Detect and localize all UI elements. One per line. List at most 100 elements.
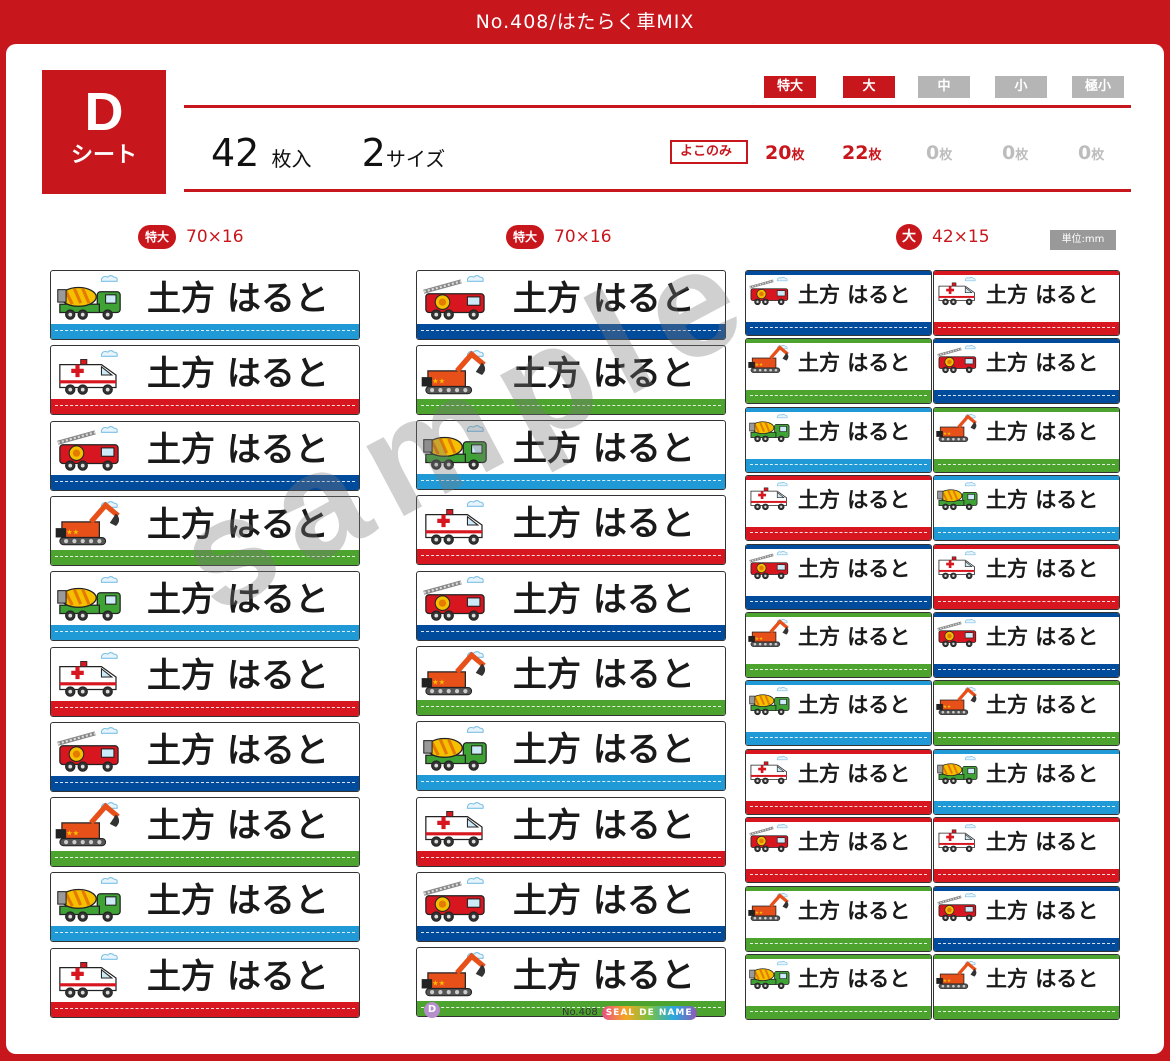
label-color-band (934, 1006, 1119, 1019)
label-dash-line (55, 706, 355, 708)
label-name: 土方 はると (147, 730, 329, 771)
footer-sheet-letter: D (424, 1002, 440, 1018)
label-dash-line (421, 781, 721, 783)
qty-number: 0 (1002, 142, 1016, 164)
fire-truck-icon (423, 876, 485, 922)
qty-number: 20 (765, 142, 792, 164)
label-name: 土方 はると (513, 579, 695, 620)
name-label: 土方 はると (745, 748, 932, 815)
size-dimensions: 42×15 (932, 227, 990, 247)
name-label: 土方 はると (745, 954, 932, 1020)
fire-truck-icon (423, 575, 485, 621)
label-color-band (417, 925, 725, 941)
label-name: 土方 はると (798, 556, 911, 581)
label-dash-line (421, 706, 721, 707)
mixer-truck-icon (423, 726, 487, 772)
name-label: 土方 はると (933, 270, 1120, 336)
name-label: 土方 はると (933, 338, 1120, 405)
name-label: 土方 はると (745, 680, 932, 747)
ambulance-icon (425, 801, 484, 847)
size-tag-2: 中 (918, 76, 970, 98)
name-label: 土方 はると (745, 475, 932, 542)
label-dash-line (750, 942, 927, 944)
label-name: 土方 はると (147, 881, 329, 922)
sheet-letter: D (84, 82, 124, 142)
name-label: 土方 はると (50, 721, 360, 792)
label-dash-line (938, 327, 1115, 328)
excavator-icon: ★★ (55, 500, 120, 546)
mixer-truck-icon (57, 576, 121, 621)
name-label: ★★ 土方 はると (933, 406, 1120, 473)
label-name: 土方 はると (147, 655, 329, 696)
name-label: 土方 はると (745, 543, 932, 610)
label-name: 土方 はると (147, 279, 329, 319)
mixer-truck-icon (937, 482, 978, 511)
name-label: 土方 はると (50, 947, 360, 1018)
name-label: ★★ 土方 はると (416, 344, 726, 415)
label-dash-line (55, 857, 355, 859)
label-name: 土方 はると (147, 580, 329, 621)
size-number: 2 (361, 131, 386, 175)
ambulance-icon (59, 350, 118, 396)
label-dash-line (750, 669, 927, 670)
label-color-band (417, 549, 725, 565)
excavator-icon: ★★ (748, 892, 789, 921)
fire-truck-icon (937, 618, 977, 648)
svg-text:★★: ★★ (943, 431, 951, 437)
mixer-truck-icon (749, 413, 790, 442)
label-dash-line (750, 327, 927, 328)
fire-truck-icon (423, 274, 485, 320)
mixer-truck-icon (57, 877, 121, 923)
name-label: ★★ 土方 はると (745, 612, 932, 678)
label-name: 土方 はると (986, 283, 1099, 307)
label-color-band (51, 775, 359, 791)
name-label: 土方 はると (745, 270, 932, 336)
label-color-band (417, 474, 725, 490)
label-name: 土方 はると (798, 488, 911, 513)
label-color-band (51, 324, 359, 339)
label-color-band (746, 664, 931, 677)
label-name: 土方 はると (147, 429, 329, 470)
label-dash-line (938, 805, 1115, 807)
label-name: 土方 はると (798, 351, 911, 376)
footer-logo: No.408 SEAL DE NAME (562, 1006, 697, 1020)
ambulance-icon (938, 824, 976, 853)
label-color-band (746, 322, 931, 335)
label-dash-line (421, 329, 721, 331)
label-dash-line (55, 932, 355, 934)
name-label: ★★ 土方 はると (933, 954, 1120, 1020)
fire-truck-icon (749, 276, 789, 306)
excavator-icon: ★★ (936, 413, 977, 442)
ambulance-icon (938, 276, 976, 306)
name-label: ★★ 土方 はると (50, 495, 360, 566)
mixer-truck-icon (749, 687, 790, 716)
mixer-truck-icon (423, 425, 487, 470)
label-color-band (417, 775, 725, 791)
label-color-band (934, 732, 1119, 746)
label-name: 土方 はると (147, 806, 329, 847)
sheet-panel: D シート 42 枚入 2サイズ 特大大中小極小 よこのみ 20枚 22枚 0枚 0枚… (6, 44, 1164, 1054)
fire-truck-icon (57, 425, 119, 471)
qty-unit: 枚 (868, 148, 882, 163)
label-dash-line (421, 931, 721, 933)
size-tag-0: 特大 (764, 76, 816, 98)
label-name: 土方 はると (798, 283, 911, 307)
fire-truck-icon (749, 824, 789, 853)
qty-number: 0 (926, 142, 940, 164)
sheet-letter-sub: シート (70, 143, 137, 168)
fire-truck-icon (937, 892, 977, 921)
label-name: 土方 はると (986, 967, 1099, 991)
label-color-band (51, 474, 359, 490)
count-unit: 枚入 (271, 147, 312, 171)
label-name: 土方 はると (513, 805, 695, 846)
yoko-only-tag: よこのみ (670, 140, 749, 164)
label-dash-line (55, 781, 355, 783)
label-name: 土方 はると (986, 351, 1099, 376)
label-name: 土方 はると (986, 898, 1099, 923)
svg-text:★★: ★★ (755, 362, 763, 368)
label-name: 土方 はると (513, 353, 695, 394)
size-dimensions: 70×16 (554, 227, 612, 247)
excavator-icon: ★★ (421, 952, 486, 997)
label-color-band (746, 390, 931, 404)
svg-text:★★: ★★ (432, 677, 446, 686)
